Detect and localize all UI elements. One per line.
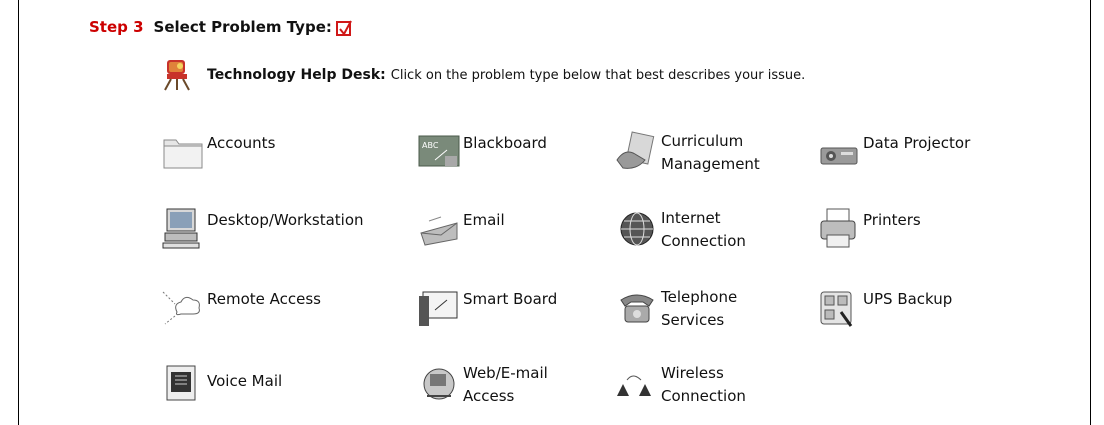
problem-type-desktop-workstation[interactable]: Desktop/Workstation — [161, 207, 364, 249]
smart-board-icon — [417, 286, 461, 328]
telephone-icon — [615, 286, 659, 328]
problem-type-label: Blackboard — [463, 134, 547, 152]
problem-type-label: UPS Backup — [863, 290, 953, 308]
problem-type-wireless-connection[interactable]: Wireless Connection — [615, 362, 746, 408]
problem-type-label: Remote Access — [207, 290, 321, 308]
voicemail-phone-icon — [161, 362, 205, 404]
problem-type-internet-connection[interactable]: Internet Connection — [615, 207, 746, 253]
problem-type-label: Smart Board — [463, 290, 558, 308]
problem-type-ups-backup[interactable]: UPS Backup — [817, 286, 952, 328]
helpdesk-description: Click on the problem type below that bes… — [390, 67, 806, 83]
problem-type-web-email-access[interactable]: Web/E-mail Access — [417, 362, 548, 408]
problem-type-label: Wireless Connection — [661, 364, 746, 405]
problem-type-remote-access[interactable]: Remote Access — [161, 286, 321, 328]
wireless-icon — [615, 362, 659, 404]
problem-type-accounts[interactable]: Accounts — [161, 130, 275, 172]
problem-type-label: Data Projector — [863, 134, 971, 152]
problem-type-label: Desktop/Workstation — [207, 211, 364, 229]
problem-type-curriculum-management[interactable]: Curriculum Management — [615, 130, 760, 176]
hand-document-icon — [615, 130, 659, 172]
step-label: Step 3 — [89, 18, 144, 36]
problem-type-email[interactable]: Email — [417, 207, 505, 249]
envelope-icon — [417, 207, 461, 249]
web-email-icon — [417, 362, 461, 404]
problem-type-label: Web/E-mail Access — [463, 364, 548, 405]
problem-type-label: Internet Connection — [661, 209, 746, 250]
problem-type-printers[interactable]: Printers — [817, 207, 921, 249]
problem-type-label: Curriculum Management — [661, 132, 760, 173]
cloud-network-icon — [161, 286, 205, 328]
chalkboard-icon: ABC — [417, 130, 461, 172]
projector-icon — [817, 130, 861, 172]
problem-type-label: Telephone Services — [661, 288, 738, 329]
problem-type-smart-board[interactable]: Smart Board — [417, 286, 557, 328]
desktop-computer-icon — [161, 207, 205, 249]
svg-text:ABC: ABC — [422, 141, 439, 150]
step-header: Step 3 Select Problem Type: — [89, 18, 352, 36]
helpdesk-banner: Technology Help Desk: Click on the probl… — [159, 56, 805, 94]
problem-type-telephone-services[interactable]: Telephone Services — [615, 286, 737, 332]
helpdesk-chair-icon — [159, 56, 197, 94]
step-title: Select Problem Type: — [153, 18, 332, 36]
globe-icon — [615, 207, 659, 249]
problem-type-label: Email — [463, 211, 505, 229]
helpdesk-title: Technology Help Desk: — [207, 67, 386, 83]
content-frame: Step 3 Select Problem Type: Technology H… — [18, 0, 1091, 425]
problem-type-label: Printers — [863, 211, 921, 229]
folder-icon — [161, 130, 205, 172]
problem-type-voice-mail[interactable]: Voice Mail — [161, 362, 282, 404]
power-outlet-icon — [817, 286, 861, 328]
problem-type-label: Accounts — [207, 134, 276, 152]
red-checkbox-icon — [335, 20, 352, 36]
problem-type-blackboard[interactable]: ABC Blackboard — [417, 130, 547, 172]
printer-icon — [817, 207, 861, 249]
problem-type-data-projector[interactable]: Data Projector — [817, 130, 970, 172]
problem-type-label: Voice Mail — [207, 372, 283, 390]
